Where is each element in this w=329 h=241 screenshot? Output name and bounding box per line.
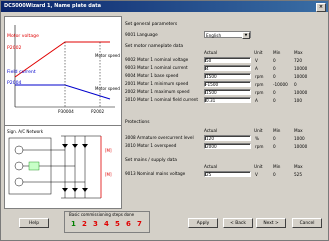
mark-2: [M] [105, 172, 112, 177]
step-5: 5 [115, 220, 120, 228]
param-label: 9013 Nominal mains voltage [125, 171, 186, 176]
param-input[interactable]: 50 [204, 57, 251, 63]
param-min: 0 [273, 136, 276, 141]
steps-title: Basic commissioning steps done [69, 212, 135, 217]
col-max: Max [294, 50, 303, 55]
col-min: Min [273, 164, 281, 169]
col-unit: Unit [254, 164, 263, 169]
param-label: 9004 Motor 1 base speed [125, 73, 179, 78]
param-input[interactable]: 2000 [204, 143, 251, 149]
col-unit: Unit [254, 50, 263, 55]
col-min: Min [273, 128, 281, 133]
param-label: 3008 Armature overcurrent level [125, 135, 194, 140]
param-max: 10000 [294, 74, 308, 79]
param-input[interactable]: 120 [204, 135, 251, 141]
param-label: 9003 Motor 1 nominal current [125, 65, 188, 70]
param-input[interactable]: 25 [204, 171, 251, 177]
network-label: Sign. A/C Network [7, 129, 44, 134]
param-label: 2001 Motor 1 minimum speed [125, 81, 189, 86]
param-label: 2002 Motor 1 maximum speed [125, 89, 190, 94]
param-label: 9002 Motor 1 nominal voltage [125, 57, 189, 62]
param-max: 10000 [294, 90, 308, 95]
param-unit: rpm [255, 74, 264, 79]
param-input[interactable]: 1500 [204, 89, 251, 95]
motor-voltage-label: Motor voltage [7, 34, 39, 39]
section-general: Set general parameters [125, 22, 178, 27]
step-4: 4 [104, 220, 109, 228]
motor-speed-label-1: Motor speed [95, 53, 120, 58]
p2004-label: P2004 [7, 81, 22, 86]
motor-speed-label-2: Motor speed [95, 86, 120, 91]
back-button[interactable]: < Back [223, 218, 253, 228]
col-unit: Unit [254, 128, 263, 133]
param-min: 0 [273, 172, 276, 177]
param-min: 0 [273, 98, 276, 103]
param-unit: A [255, 98, 258, 103]
param-max: 720 [294, 58, 302, 63]
param-label: 3010 Motor 1 overspeed [125, 143, 177, 148]
param-unit: rpm [255, 82, 264, 87]
param-min: 0 [273, 144, 276, 149]
param-input[interactable]: 0.31 [204, 97, 251, 103]
col-max: Max [294, 164, 303, 169]
param-max: 10000 [294, 144, 308, 149]
help-button[interactable]: Help [19, 218, 49, 228]
param-min: 0 [273, 74, 276, 79]
param-min: 0 [273, 58, 276, 63]
col-actual: Actual [204, 128, 218, 133]
window-title: DC5000Wizard 1, Name plate data [4, 3, 101, 9]
param-unit: A [255, 66, 258, 71]
param-max: 0 [294, 82, 297, 87]
field-current-label: Field current [7, 70, 36, 75]
p30004-label: P30004 [58, 109, 74, 114]
param-max: 525 [294, 172, 302, 177]
p2002-label: P2002 [7, 46, 22, 51]
param-max: 100 [294, 98, 302, 103]
param-label: 3010 Motor 1 nominal field current [125, 97, 199, 102]
step-6: 6 [126, 220, 131, 228]
apply-button[interactable]: Apply [188, 218, 218, 228]
language-value: English [206, 33, 222, 38]
speed-diagram-panel: Motor voltage P2002 Field current P2004 … [4, 16, 122, 126]
col-min: Min [273, 50, 281, 55]
param-unit: rpm [255, 90, 264, 95]
param-min: 0 [273, 90, 276, 95]
param-input[interactable]: 1500 [204, 73, 251, 79]
param-unit: V [255, 58, 258, 63]
step-3: 3 [93, 220, 98, 228]
circuit-diagram [8, 135, 102, 199]
col-actual: Actual [204, 164, 218, 169]
language-label: 9001 Language [125, 32, 158, 37]
param-input[interactable]: -1500 [204, 81, 251, 87]
col-max: Max [294, 128, 303, 133]
param-max: 10000 [294, 66, 308, 71]
section-mains: Set mains / supply data [125, 158, 177, 163]
param-min: -10000 [273, 82, 288, 87]
language-select[interactable]: English ▼ [204, 31, 251, 39]
section-motor: Set motor nameplate data [125, 44, 184, 49]
close-icon[interactable]: × [316, 3, 326, 12]
param-max: 1000 [294, 136, 305, 141]
step-2: 2 [82, 220, 87, 228]
p2002-axis-label: P2002 [91, 109, 105, 114]
circuit-diagram-panel: Sign. A/C Network [M] [M] [4, 125, 122, 209]
col-actual: Actual [204, 50, 218, 55]
step-1: 1 [71, 220, 76, 228]
cancel-button[interactable]: Cancel [292, 218, 322, 228]
next-button[interactable]: Next > [256, 218, 286, 228]
wizard-window: DC5000Wizard 1, Name plate data × Motor … [0, 0, 329, 241]
param-min: 0 [273, 66, 276, 71]
step-7: 7 [137, 220, 142, 228]
mark-1: [M] [105, 148, 112, 153]
param-unit: V [255, 172, 258, 177]
chevron-down-icon[interactable]: ▼ [242, 32, 250, 39]
param-unit: rpm [255, 144, 264, 149]
title-bar: DC5000Wizard 1, Name plate data × [1, 1, 328, 12]
section-protections: Protections [125, 120, 150, 125]
param-input[interactable]: 4 [204, 65, 251, 71]
param-unit: % [255, 136, 259, 141]
